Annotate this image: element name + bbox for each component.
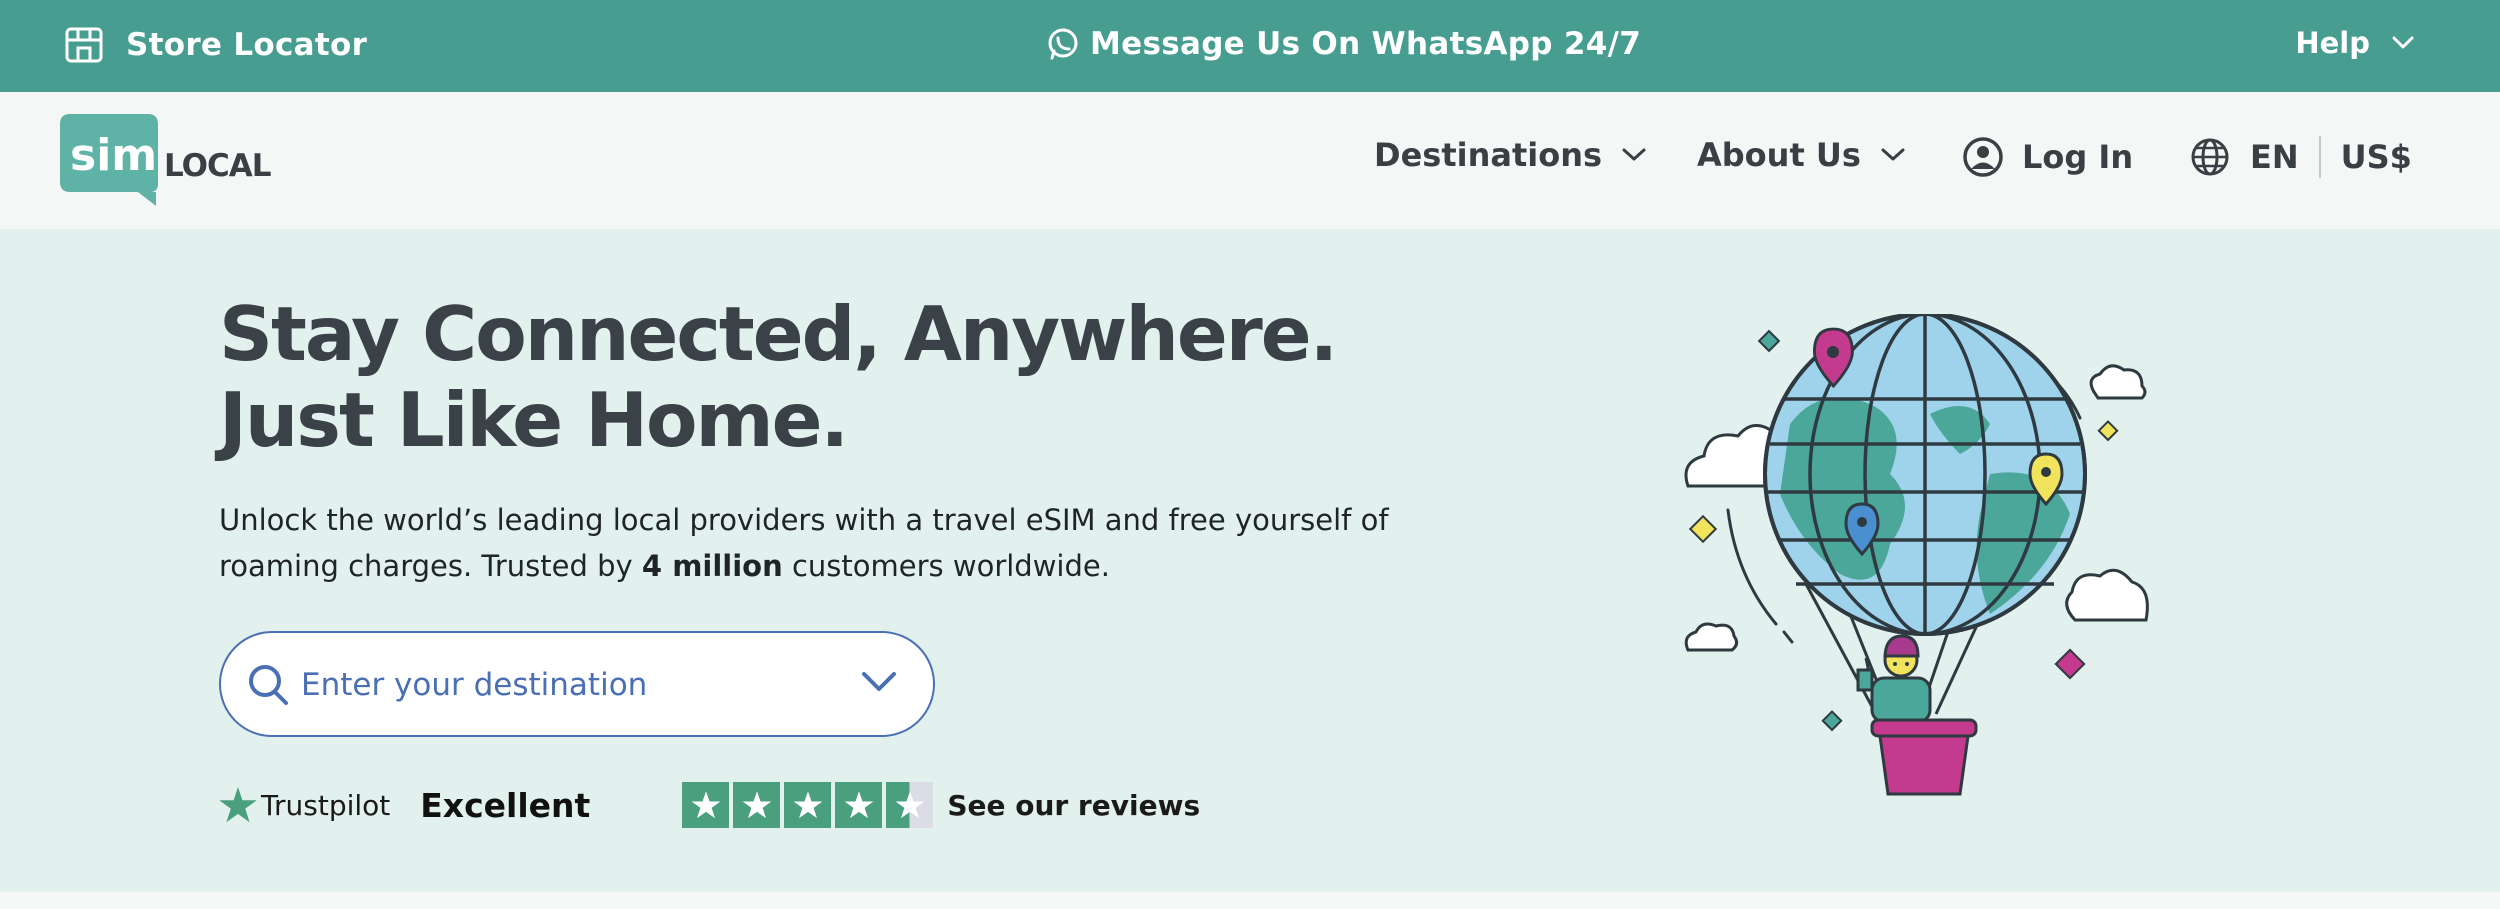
chevron-down-icon[interactable] xyxy=(861,671,897,693)
help-label: Help xyxy=(2295,26,2370,60)
globe-icon xyxy=(2191,138,2229,176)
hero-subtext: Unlock the world’s leading local provide… xyxy=(219,497,1459,589)
whatsapp-link[interactable]: Message Us On WhatsApp 24/7 xyxy=(1046,26,1641,62)
nav-login[interactable]: Log In xyxy=(1962,136,2133,178)
hero-subtext-end: customers worldwide. xyxy=(782,549,1110,583)
divider xyxy=(2318,136,2321,178)
nav-about-label: About Us xyxy=(1697,136,1861,174)
whatsapp-label: Message Us On WhatsApp 24/7 xyxy=(1090,26,1642,62)
nav-login-label: Log In xyxy=(2022,138,2134,176)
store-locator-link[interactable]: Store Locator xyxy=(64,26,367,64)
hot-air-balloon-illustration xyxy=(1684,314,2149,796)
simlocal-logo[interactable]: sim LOCAL xyxy=(60,114,280,206)
destination-input[interactable] xyxy=(301,657,821,713)
logo-local-text: LOCAL xyxy=(164,148,271,184)
nav-about-us[interactable]: About Us xyxy=(1697,136,1905,174)
language-label: EN xyxy=(2250,138,2299,176)
rating-star xyxy=(682,782,730,828)
hero-subtext-bold: 4 million xyxy=(641,549,783,583)
currency-label: US$ xyxy=(2340,138,2412,176)
rating-stars xyxy=(682,782,934,828)
whatsapp-icon xyxy=(1048,28,1078,60)
rating-star xyxy=(733,782,781,828)
trustpilot-wordmark: Trustpilot xyxy=(261,788,391,822)
rating-star xyxy=(886,782,934,828)
nav-destinations[interactable]: Destinations xyxy=(1374,136,1646,174)
language-currency-selector[interactable]: EN US$ xyxy=(2190,136,2412,178)
store-locator-label: Store Locator xyxy=(126,27,368,63)
rating-star xyxy=(784,782,832,828)
chevron-down-icon xyxy=(2392,36,2414,49)
trustpilot-star-icon xyxy=(219,787,257,823)
user-icon xyxy=(1963,137,2003,177)
trustpilot-widget[interactable]: Trustpilot Excellent See our reviews xyxy=(219,782,1200,828)
help-menu[interactable]: Help xyxy=(2295,26,2414,60)
page-bottom-strip xyxy=(0,892,2500,909)
nav-destinations-label: Destinations xyxy=(1374,136,1603,174)
trustpilot-logo: Trustpilot xyxy=(219,787,390,823)
chevron-down-icon xyxy=(1881,148,1905,161)
logo-sim-text: sim xyxy=(70,130,157,181)
hero-section: Stay Connected, Anywhere. Just Like Home… xyxy=(0,229,2500,892)
main-header: sim LOCAL Destinations About Us Log In E… xyxy=(0,92,2500,229)
destination-search[interactable] xyxy=(219,631,935,737)
rating-star xyxy=(835,782,883,828)
rating-text: Excellent xyxy=(420,785,591,825)
see-reviews-link[interactable]: See our reviews xyxy=(947,789,1200,822)
top-bar: Store Locator Message Us On WhatsApp 24/… xyxy=(0,0,2500,92)
chevron-down-icon xyxy=(1622,148,1646,161)
store-icon xyxy=(65,27,103,63)
search-icon xyxy=(249,665,288,705)
hero-headline: Stay Connected, Anywhere. Just Like Home… xyxy=(219,290,1338,464)
